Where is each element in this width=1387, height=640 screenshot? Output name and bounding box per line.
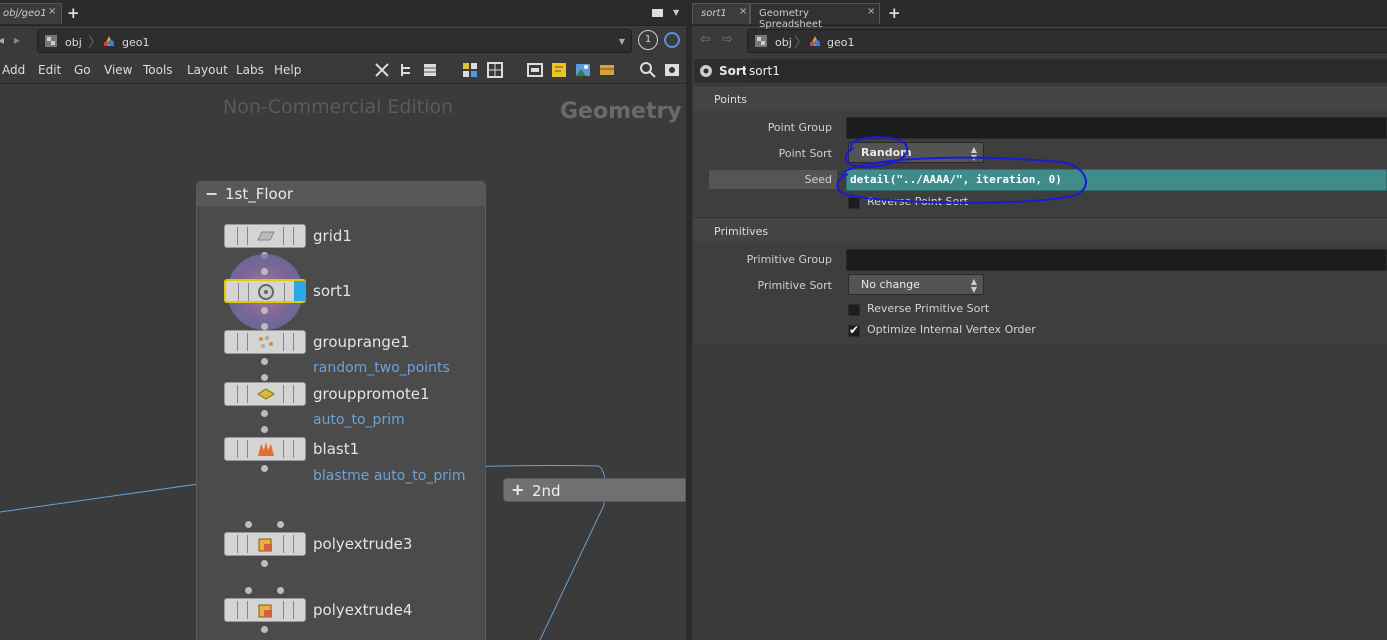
search-icon[interactable] — [640, 62, 656, 78]
bundle-icon[interactable] — [599, 62, 615, 78]
grid-node-icon — [257, 231, 275, 241]
tools-icon[interactable] — [374, 62, 390, 78]
node-polyextrude4[interactable] — [224, 598, 306, 622]
path-dropdown-icon[interactable]: ▼ — [619, 37, 625, 46]
left-tab-bar: obj/geo1 × + ▼ — [0, 0, 686, 26]
node-label: sort1 — [313, 282, 352, 300]
menu-labs[interactable]: Labs — [236, 63, 264, 77]
grid-icon[interactable] — [462, 62, 478, 78]
layout-icon[interactable] — [487, 62, 503, 78]
network-box-title: 1st_Floor — [225, 185, 294, 203]
view-options-icon[interactable] — [664, 62, 680, 78]
node-grid1[interactable] — [224, 224, 306, 248]
pin-badge[interactable]: 1 — [638, 30, 658, 50]
network-box-1st-floor[interactable]: − 1st_Floor grid1 sort1 grouprange1 rand… — [196, 181, 486, 640]
sticky-note-icon[interactable] — [551, 62, 567, 78]
node-label: grouppromote1 — [313, 385, 430, 403]
blast-node-icon — [258, 442, 274, 456]
node-grouprange1[interactable] — [224, 330, 306, 354]
node-comment: auto_to_prim — [313, 412, 405, 428]
breadcrumb-obj[interactable]: obj — [65, 36, 82, 49]
tree-icon[interactable] — [398, 62, 414, 78]
node-sort1[interactable] — [224, 279, 306, 303]
menu-layout[interactable]: Layout — [187, 63, 228, 77]
network-menu-bar: Add Edit Go View Tools Layout Labs Help — [0, 56, 686, 84]
node-comment: random_two_points — [313, 360, 450, 376]
node-blast1[interactable] — [224, 437, 306, 461]
menu-view[interactable]: View — [104, 63, 132, 77]
node-label: blast1 — [313, 440, 360, 458]
geo-node-icon — [104, 36, 114, 46]
list-icon[interactable] — [422, 62, 438, 78]
close-tab-icon[interactable]: × — [48, 6, 56, 17]
expand-box-icon[interactable]: + — [511, 480, 524, 499]
pane-menu-arrow-icon[interactable]: ▼ — [673, 8, 679, 17]
menu-help[interactable]: Help — [274, 63, 301, 77]
node-polyextrude3[interactable] — [224, 532, 306, 556]
network-box-2nd[interactable]: + 2nd — [503, 478, 686, 502]
node-label: polyextrude3 — [313, 535, 413, 553]
menu-add[interactable]: Add — [2, 63, 25, 77]
breadcrumb-geo1[interactable]: geo1 — [122, 36, 149, 49]
network-box-title: 2nd — [532, 482, 561, 500]
group-range-icon — [259, 336, 273, 348]
collapse-box-icon[interactable]: − — [205, 184, 218, 203]
path-field[interactable]: obj 〉 geo1 ▼ — [37, 29, 632, 53]
group-promote-icon — [257, 388, 275, 400]
network-editor-pane: obj/geo1 × + ▼ ◂ ▸ obj 〉 geo1 ▼ 1 Add Ed… — [0, 0, 686, 640]
menu-edit[interactable]: Edit — [38, 63, 61, 77]
polyextrude-icon — [258, 538, 272, 552]
link-icon[interactable] — [664, 32, 680, 48]
node-label: grid1 — [313, 227, 352, 245]
forward-arrow-icon[interactable]: ▸ — [14, 33, 20, 47]
menu-tools[interactable]: Tools — [143, 63, 173, 77]
parameter-pane: sort1 × Geometry Spreadsheet × + ⇦ ⇨ obj… — [692, 0, 1387, 640]
left-path-bar: ◂ ▸ obj 〉 geo1 ▼ 1 — [0, 27, 686, 55]
node-grouppromote1[interactable] — [224, 382, 306, 406]
sort-node-icon — [258, 284, 274, 300]
network-box-icon[interactable] — [527, 62, 543, 78]
network-canvas[interactable]: Non-Commercial Edition Geometry − 1st_Fl… — [0, 85, 686, 640]
network-box-header[interactable]: − 1st_Floor — [197, 182, 485, 206]
annotation-marks — [836, 136, 1087, 204]
add-tab-icon[interactable]: + — [67, 4, 80, 22]
node-label: polyextrude4 — [313, 601, 413, 619]
menu-go[interactable]: Go — [74, 63, 91, 77]
display-flag[interactable] — [294, 281, 306, 301]
tab-network-label: obj/geo1 — [3, 8, 47, 19]
obj-context-icon — [45, 35, 57, 47]
back-arrow-icon[interactable]: ◂ — [0, 33, 4, 47]
image-icon[interactable] — [575, 62, 591, 78]
node-label: grouprange1 — [313, 333, 410, 351]
polyextrude-icon — [258, 604, 272, 618]
breadcrumb-separator-icon: 〉 — [88, 35, 102, 51]
node-comment: blastme auto_to_prim — [313, 468, 466, 484]
maximize-icon[interactable] — [652, 9, 663, 17]
